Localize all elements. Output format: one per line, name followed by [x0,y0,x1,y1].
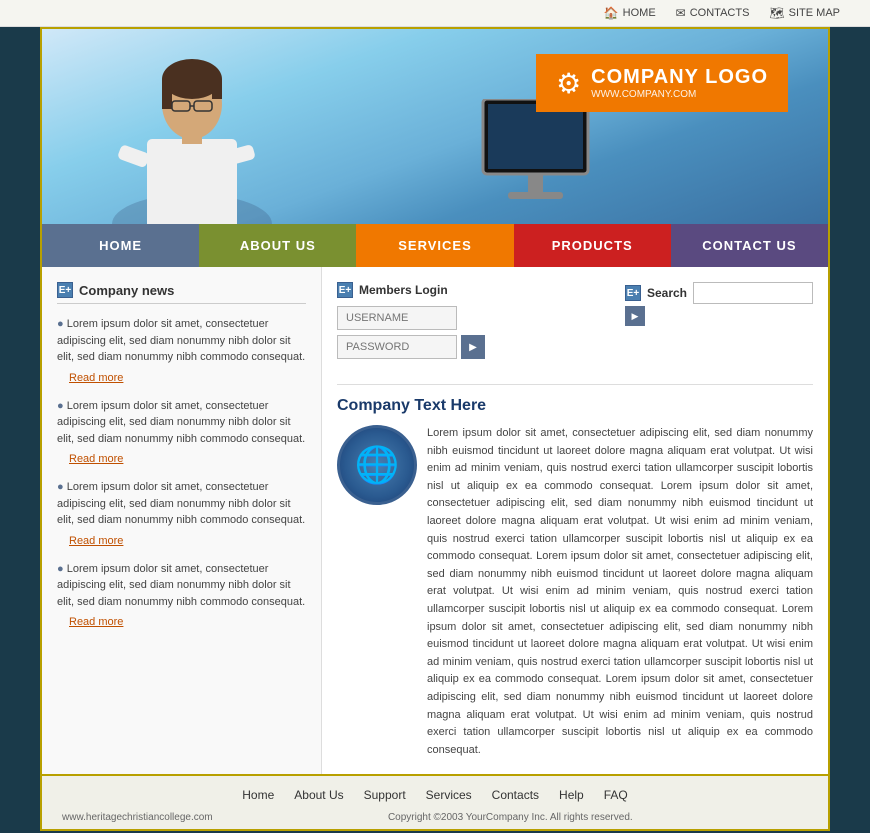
footer-faq[interactable]: FAQ [604,788,628,802]
top-bar-contacts[interactable]: ✉ CONTACTS [676,6,750,20]
news-item-3: Lorem ipsum dolor sit amet, consectetuer… [57,479,306,547]
username-row [337,306,605,330]
content-area: E+ Members Login ▶ [322,267,828,774]
password-row: ▶ [337,335,605,359]
header-banner: ⚙ COMPANY LOGO WWW.COMPANY.COM [42,29,828,224]
navigation-bar: HOME ABOUT US SERVICES PRODUCTS CONTACT … [42,224,828,267]
nav-contact[interactable]: CONTACT US [671,224,828,267]
person-image [102,49,282,224]
company-name: COMPANY LOGO [591,66,768,89]
nav-home[interactable]: HOME [42,224,199,267]
company-body: 🌐 Lorem ipsum dolor sit amet, consectetu… [337,425,813,759]
read-more-4[interactable]: Read more [69,616,123,628]
top-bar-home[interactable]: 🏠 HOME [604,6,656,20]
login-button[interactable]: ▶ [461,335,485,359]
footer-home[interactable]: Home [242,788,274,802]
sidebar: E+ Company news Lorem ipsum dolor sit am… [42,267,322,774]
news-text-1: Lorem ipsum dolor sit amet, consectetuer… [57,316,306,366]
monitor-image [478,99,598,199]
search-section-icon: E+ [625,285,641,301]
news-text-2: Lorem ipsum dolor sit amet, consectetuer… [57,398,306,448]
nav-about[interactable]: ABOUT US [199,224,356,267]
news-item-1: Lorem ipsum dolor sit amet, consectetuer… [57,316,306,384]
logo-box: ⚙ COMPANY LOGO WWW.COMPANY.COM [536,54,788,112]
news-item-2: Lorem ipsum dolor sit amet, consectetuer… [57,398,306,466]
footer-support[interactable]: Support [364,788,406,802]
top-bar: 🏠 HOME ✉ CONTACTS 🗺 SITE MAP [0,0,870,27]
site-container: ⚙ COMPANY LOGO WWW.COMPANY.COM HOME ABOU… [40,27,830,831]
sidebar-title: E+ Company news [57,282,306,304]
search-go-button[interactable]: ▶ [625,306,645,326]
username-input[interactable] [337,306,457,330]
news-text-4: Lorem ipsum dolor sit amet, consectetuer… [57,561,306,611]
news-text-3: Lorem ipsum dolor sit amet, consectetuer… [57,479,306,529]
members-login-box: E+ Members Login ▶ [337,282,605,364]
nav-services[interactable]: SERVICES [356,224,513,267]
search-box: E+ Search ▶ [625,282,813,326]
company-section-title: Company Text Here [337,397,813,415]
company-icon-image: 🌐 [337,425,417,505]
footer-services[interactable]: Services [426,788,472,802]
mail-icon: ✉ [676,6,686,20]
company-section: Company Text Here 🌐 Lorem ipsum dolor si… [337,384,813,759]
sidebar-icon: E+ [57,282,73,298]
news-item-4: Lorem ipsum dolor sit amet, consectetuer… [57,561,306,629]
read-more-1[interactable]: Read more [69,372,123,384]
logo-gear-icon: ⚙ [556,67,581,100]
read-more-3[interactable]: Read more [69,535,123,547]
footer-help[interactable]: Help [559,788,584,802]
footer-links: Home About Us Support Services Contacts … [42,788,828,802]
footer-contacts[interactable]: Contacts [492,788,539,802]
password-input[interactable] [337,335,457,359]
top-bar-home-label: HOME [623,7,656,19]
main-content: E+ Company news Lorem ipsum dolor sit am… [42,267,828,774]
top-bar-contacts-label: CONTACTS [690,7,750,19]
globe-icon: 🌐 [355,444,400,486]
company-url: WWW.COMPANY.COM [591,89,768,100]
read-more-2[interactable]: Read more [69,453,123,465]
footer-site-url: www.heritagechristiancollege.com [62,812,213,823]
top-bar-sitemap[interactable]: 🗺 SITE MAP [769,6,840,20]
top-bar-sitemap-label: SITE MAP [789,7,840,19]
logo-text: COMPANY LOGO WWW.COMPANY.COM [591,66,768,100]
nav-products[interactable]: PRODUCTS [514,224,671,267]
login-icon: E+ [337,282,353,298]
sitemap-icon: 🗺 [769,6,784,20]
footer-bottom: www.heritagechristiancollege.com Copyrig… [42,808,828,823]
search-label: E+ Search [625,282,813,304]
footer: Home About Us Support Services Contacts … [42,774,828,829]
footer-copyright: Copyright ©2003 YourCompany Inc. All rig… [213,812,808,823]
login-search-row: E+ Members Login ▶ [337,282,813,364]
search-input[interactable] [693,282,813,304]
company-body-text: Lorem ipsum dolor sit amet, consectetuer… [427,425,813,759]
footer-about[interactable]: About Us [294,788,343,802]
home-icon: 🏠 [604,6,619,20]
login-box-title: E+ Members Login [337,282,605,298]
